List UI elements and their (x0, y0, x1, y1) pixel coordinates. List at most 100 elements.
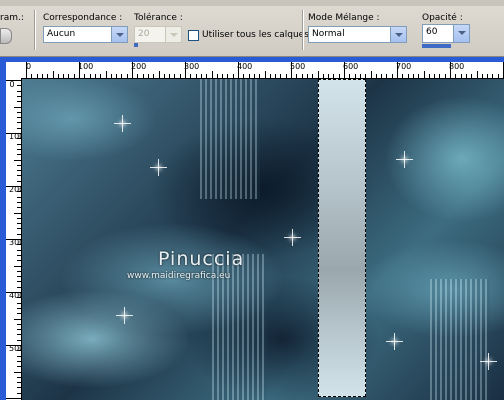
ruler-tick (17, 143, 21, 145)
ruler-tick (17, 270, 21, 272)
ruler-tick (280, 74, 282, 78)
ruler-tick (375, 74, 377, 78)
ruler-tick (14, 265, 21, 267)
watermark-url: www.maidiregrafica.eu (127, 271, 231, 281)
ruler-tick (126, 74, 128, 78)
opacity-spinbox[interactable]: 60 (422, 24, 470, 43)
sparkle (150, 159, 167, 176)
ruler-tick (190, 74, 192, 78)
toolbar-separator (34, 10, 36, 50)
selection-marquee[interactable] (318, 79, 366, 397)
ruler-tick (41, 74, 43, 78)
ruler-tick (471, 74, 473, 78)
ruler-tick (17, 111, 21, 113)
ruler-tick (17, 148, 21, 150)
ruler-v-label: 200 (9, 185, 21, 194)
ruler-tick (17, 154, 21, 156)
light-streaks (430, 279, 490, 400)
ruler-tick (391, 74, 393, 78)
ruler-tick (17, 382, 21, 384)
ruler-tick (84, 74, 86, 78)
sparkle (284, 229, 301, 246)
ruler-tick (195, 74, 197, 78)
ruler-tick (338, 74, 340, 78)
ruler-tick (17, 101, 21, 103)
ruler-tick (248, 74, 250, 78)
all-layers-label: Utiliser tous les calques (202, 30, 309, 40)
ruler-tick (121, 74, 123, 78)
ruler-v-label: 100 (9, 132, 21, 141)
ruler-tick (17, 85, 21, 87)
ruler-tick (291, 62, 292, 78)
ruler-tick (407, 74, 409, 78)
ruler-tick (17, 286, 21, 288)
sparkle (114, 115, 131, 132)
ruler-tick (17, 233, 21, 235)
ruler-tick (6, 398, 21, 399)
ruler-tick (481, 74, 483, 78)
ruler-tick (57, 74, 59, 78)
blend-mode-value: Normal (312, 29, 345, 39)
opacity-slider-indicator[interactable] (422, 44, 451, 48)
ruler-tick (73, 74, 75, 78)
ruler-tick (17, 355, 21, 357)
ruler-tick (6, 186, 21, 187)
ruler-tick (434, 74, 436, 78)
ruler-tick (17, 392, 21, 394)
ruler-tick (17, 164, 21, 166)
ruler-tick (17, 207, 21, 209)
tolerance-slider-indicator[interactable] (134, 43, 138, 47)
ruler-tick (285, 74, 287, 78)
ruler-tick (17, 170, 21, 172)
ruler-tick (147, 74, 149, 78)
ruler-tick (105, 71, 107, 78)
ruler-tick (17, 276, 21, 278)
truncated-label: ram.: (0, 13, 24, 23)
canvas-image[interactable] (22, 79, 504, 400)
ruler-tick (359, 74, 361, 78)
ruler-tick (158, 71, 160, 78)
ruler-tick (269, 74, 271, 78)
chevron-down-icon[interactable] (111, 27, 127, 42)
ruler-tick (153, 74, 155, 78)
ruler-tick (17, 366, 21, 368)
chevron-down-icon[interactable] (453, 25, 469, 42)
ruler-tick (169, 74, 171, 78)
ruler-tick (17, 260, 21, 262)
ruler-tick (216, 74, 218, 78)
ruler-tick (312, 74, 314, 78)
ruler-tick (17, 249, 21, 251)
correspondance-value: Aucun (47, 29, 76, 39)
ruler-tick (17, 201, 21, 203)
correspondance-select[interactable]: Aucun (43, 26, 128, 43)
tolerance-spinbox[interactable]: 20 (134, 26, 182, 43)
ruler-v-label: 0 (9, 80, 15, 89)
ruler-tick (465, 74, 467, 78)
ruler-tick (17, 297, 21, 299)
ruler-tick (110, 74, 112, 78)
ruler-tick (63, 74, 65, 78)
ruler-tick (17, 254, 21, 256)
blend-mode-select[interactable]: Normal (308, 26, 407, 43)
ruler-tick (17, 175, 21, 177)
ruler-tick (243, 74, 245, 78)
ruler-tick (17, 90, 21, 92)
ruler-tick (238, 62, 239, 78)
chevron-down-icon[interactable] (165, 27, 181, 42)
ruler-tick (264, 71, 266, 78)
correspondance-label: Correspondance : (43, 13, 123, 23)
ruler-v-label: 300 (9, 238, 21, 247)
ruler-tick (306, 74, 308, 78)
ruler-tick (17, 387, 21, 389)
ruler-tick (476, 71, 478, 78)
ruler-h-label: 400 (237, 62, 253, 71)
preset-icon[interactable] (0, 28, 12, 44)
ruler-tick (354, 74, 356, 78)
chevron-down-icon[interactable] (390, 27, 406, 42)
ruler-tick (47, 74, 49, 78)
ruler-tick (317, 71, 319, 78)
ruler-tick (17, 376, 21, 378)
ruler-tick (17, 180, 21, 182)
all-layers-checkbox[interactable] (188, 30, 199, 41)
ruler-tick (365, 74, 367, 78)
